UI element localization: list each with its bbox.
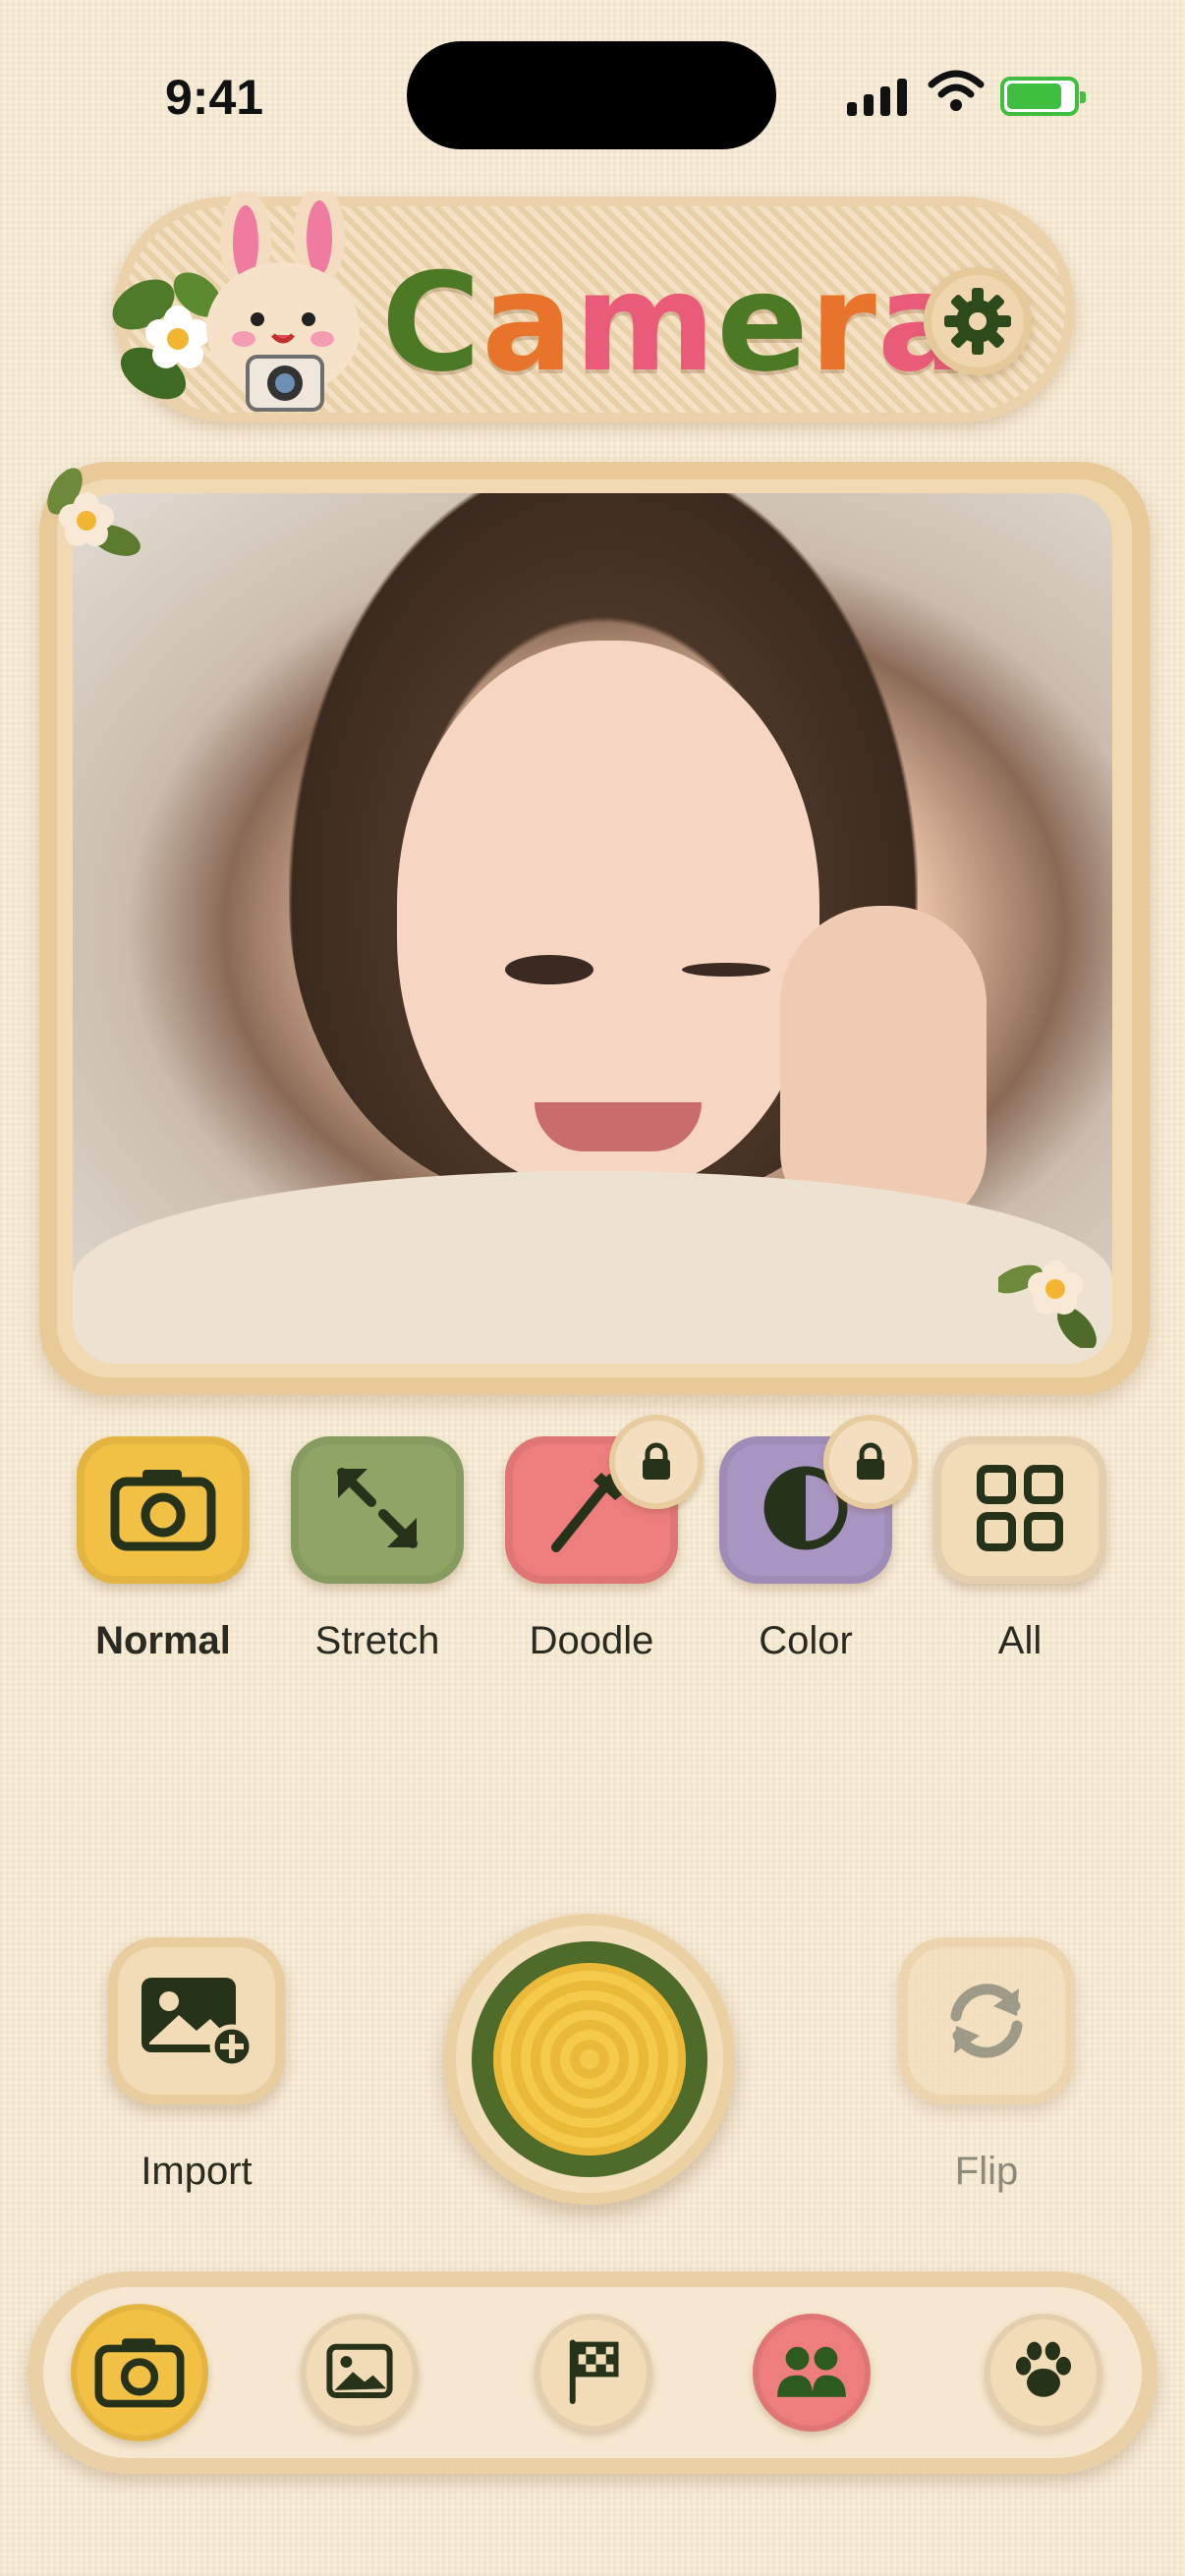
mode-button-all[interactable] (933, 1436, 1106, 1584)
tab-gallery[interactable] (301, 2314, 419, 2432)
mode-label: All (997, 1619, 1043, 1662)
mode-label: Normal (95, 1619, 231, 1662)
app-title: Camera (381, 244, 970, 402)
expand-arrows-icon (328, 1459, 426, 1562)
preview-eye-right (682, 963, 770, 977)
tab-camera[interactable] (71, 2304, 208, 2441)
title-letter: r (809, 244, 877, 402)
mode-button-stretch[interactable] (291, 1436, 464, 1584)
camera-preview[interactable] (73, 493, 1112, 1364)
preview-smile (535, 1102, 702, 1151)
title-letter: C (381, 244, 482, 402)
gallery-icon (326, 2343, 393, 2402)
flower-decoration-icon (998, 1260, 1097, 1348)
flip-camera-button[interactable] (898, 1937, 1075, 2104)
status-time: 9:41 (165, 70, 264, 125)
import-label: Import (141, 2150, 253, 2193)
wifi-icon (928, 70, 985, 111)
flip-camera-icon (950, 1984, 1023, 2058)
cellular-signal-icon (847, 79, 907, 116)
lock-icon (609, 1415, 704, 1509)
flower-decoration-icon (47, 468, 141, 556)
people-icon (774, 2341, 850, 2404)
battery-icon (1000, 77, 1086, 116)
mode-label: Stretch (314, 1619, 440, 1662)
camera-icon (93, 2333, 186, 2413)
mode-label: Doodle (529, 1619, 654, 1662)
camera-icon (109, 1464, 217, 1557)
tab-people[interactable] (753, 2314, 871, 2432)
import-button[interactable] (108, 1937, 285, 2104)
tab-flag[interactable] (535, 2314, 652, 2432)
flag-icon (564, 2337, 623, 2408)
title-letter: m (574, 244, 717, 402)
shutter-button[interactable] (444, 1914, 735, 2205)
flip-label: Flip (954, 2150, 1019, 2193)
image-add-icon (141, 1978, 254, 2069)
paw-icon (1010, 2337, 1077, 2408)
title-letter: a (481, 244, 575, 402)
dynamic-island (407, 41, 776, 149)
gear-icon (944, 288, 1011, 355)
preview-eye-left (505, 955, 593, 984)
bunny-mascot-icon (206, 192, 360, 412)
title-letter: e (716, 244, 810, 402)
grid-icon (973, 1461, 1067, 1560)
lock-icon (823, 1415, 918, 1509)
tab-paw[interactable] (985, 2314, 1102, 2432)
mode-label: Color (759, 1619, 853, 1662)
settings-button[interactable] (924, 267, 1032, 375)
mode-button-normal[interactable] (77, 1436, 250, 1584)
